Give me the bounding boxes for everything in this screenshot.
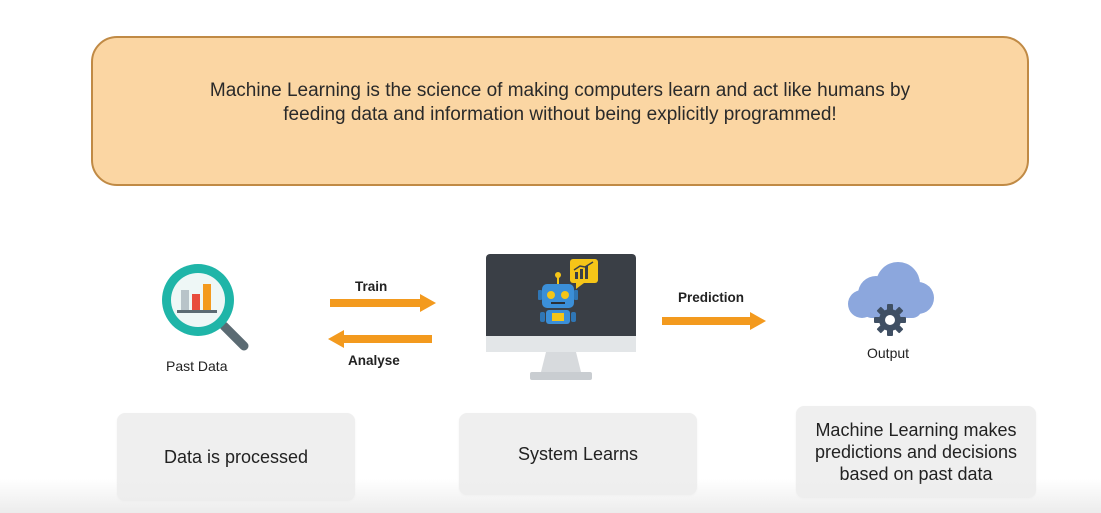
predictions-text: Machine Learning makes predictions and d… — [815, 419, 1017, 485]
definition-line-2: feeding data and information without bei… — [283, 104, 837, 125]
cloud-gear-icon — [848, 262, 934, 336]
predictions-card: Machine Learning makes predictions and d… — [796, 406, 1036, 498]
predictions-line-2: predictions and decisions — [814, 442, 1018, 462]
system-learns-text: System Learns — [517, 444, 639, 464]
system-learns-card: System Learns — [459, 413, 697, 495]
past-data-label: Past Data — [166, 358, 228, 374]
definition-box: Machine Learning is the science of makin… — [91, 36, 1029, 186]
chart-badge-icon — [570, 259, 598, 289]
train-label: Train — [355, 279, 388, 294]
monitor-robot-icon — [486, 254, 636, 380]
predictions-line-1: Machine Learning makes — [815, 420, 1017, 440]
prediction-arrow-icon — [662, 312, 766, 330]
data-processed-card: Data is processed — [117, 413, 355, 501]
prediction-label: Prediction — [678, 290, 745, 305]
analyse-arrow-icon — [328, 330, 432, 348]
definition-line-1: Machine Learning is the science of makin… — [209, 80, 911, 101]
analyse-label: Analyse — [348, 353, 400, 368]
predictions-line-3: based on past data — [839, 464, 993, 484]
train-arrow-icon — [330, 294, 436, 312]
data-processed-text: Data is processed — [163, 447, 309, 467]
definition-text: Machine Learning is the science of makin… — [210, 79, 910, 127]
magnifier-bar-chart-icon — [162, 264, 249, 351]
output-label: Output — [867, 345, 910, 361]
